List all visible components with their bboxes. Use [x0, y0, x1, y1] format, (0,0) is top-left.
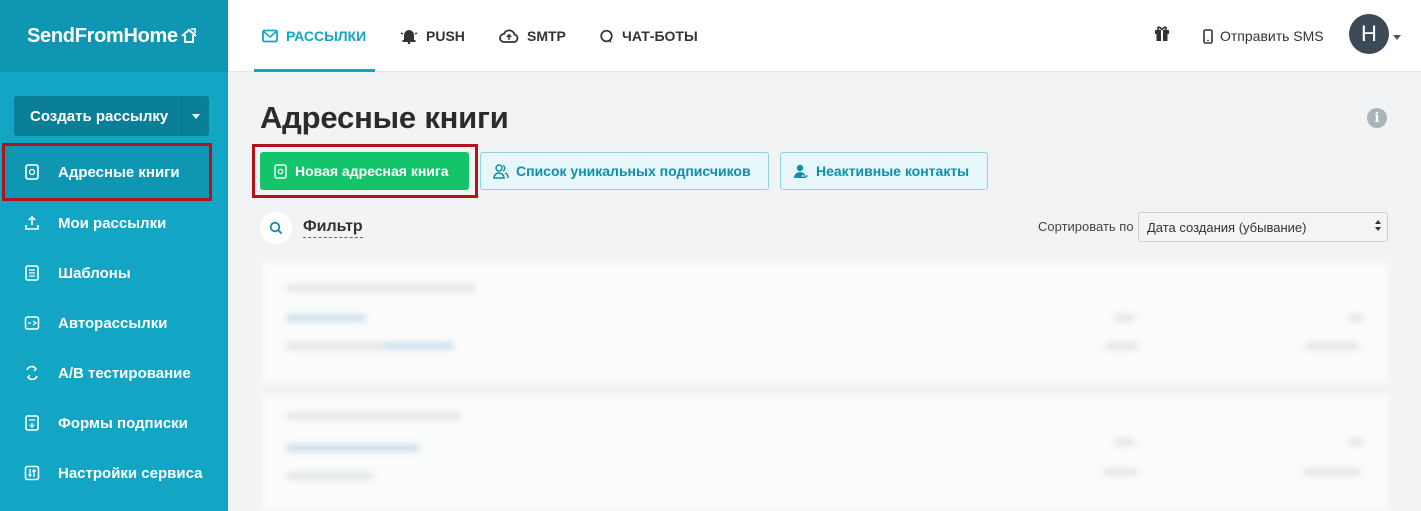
create-campaign-dropdown[interactable]: [181, 96, 209, 136]
sidebar-item-templates[interactable]: Шаблоны: [0, 248, 228, 298]
address-book-icon: [24, 164, 40, 180]
create-campaign-group: Создать рассылку: [14, 96, 209, 136]
avatar[interactable]: Н: [1349, 14, 1389, 54]
top-bar: РАССЫЛКИ PUSH SMTP ЧАТ-БОТЫ Отправить SM…: [228, 0, 1421, 72]
new-address-book-button[interactable]: Новая адресная книга: [260, 152, 469, 190]
address-book-icon: [274, 163, 287, 179]
select-arrows-icon: [1375, 220, 1381, 231]
active-tab-indicator: [254, 69, 375, 72]
tab-label: РАССЫЛКИ: [286, 28, 367, 44]
sidebar-item-settings[interactable]: Настройки сервиса: [0, 448, 228, 498]
sidebar-item-my-campaigns[interactable]: Мои рассылки: [0, 198, 228, 248]
tab-label: ЧАТ-БОТЫ: [622, 28, 698, 44]
tab-label: PUSH: [426, 28, 465, 44]
logo-house-icon: [181, 28, 197, 43]
sidebar-item-label: Авторассылки: [58, 314, 168, 332]
logo-text: SendFromHome: [27, 24, 178, 47]
mail-icon: [262, 29, 278, 43]
sidebar-nav: Адресные книги Мои рассылки Шаблоны Авто…: [0, 143, 228, 498]
ab-test-icon: [24, 365, 40, 381]
sidebar-item-subscription-forms[interactable]: Формы подписки: [0, 398, 228, 448]
inactive-contacts-button[interactable]: Неактивные контакты: [780, 152, 988, 190]
sidebar-item-automation[interactable]: Авторассылки: [0, 298, 228, 348]
tab-push[interactable]: PUSH: [400, 0, 465, 72]
filter-search-button[interactable]: [260, 212, 292, 244]
button-label: Новая адресная книга: [295, 163, 449, 179]
sidebar-item-label: Адресные книги: [58, 163, 180, 181]
tab-smtp[interactable]: SMTP: [499, 0, 566, 72]
phone-icon: [1203, 28, 1213, 44]
sidebar-item-label: Настройки сервиса: [58, 464, 203, 482]
sort-selected-value: Дата создания (убывание): [1147, 219, 1307, 235]
sidebar-item-ab-testing[interactable]: A/B тестирование: [0, 348, 228, 398]
sidebar-item-address-books[interactable]: Адресные книги: [2, 143, 212, 201]
tab-label: SMTP: [527, 28, 566, 44]
settings-icon: [24, 465, 40, 481]
chat-icon: [599, 29, 614, 44]
tab-chatbots[interactable]: ЧАТ-БОТЫ: [599, 0, 698, 72]
button-label: Список уникальных подписчиков: [516, 163, 751, 179]
gift-icon[interactable]: [1154, 24, 1170, 47]
send-sms-link[interactable]: Отправить SMS: [1203, 0, 1324, 72]
address-book-card: [262, 394, 1390, 511]
chevron-down-icon[interactable]: [1393, 35, 1401, 40]
bell-icon: [400, 28, 418, 44]
address-book-card: [262, 262, 1390, 384]
automation-icon: [24, 315, 40, 331]
user-minus-icon: [793, 163, 809, 179]
users-icon: [493, 163, 509, 179]
sort-label: Сортировать по: [1038, 219, 1134, 234]
sidebar-item-label: A/B тестирование: [58, 364, 191, 382]
search-icon: [269, 221, 283, 235]
page-title: Адресные книги: [260, 100, 509, 135]
template-icon: [24, 265, 40, 281]
sidebar-item-label: Формы подписки: [58, 414, 188, 432]
sidebar-item-label: Мои рассылки: [58, 214, 167, 232]
unique-subscribers-button[interactable]: Список уникальных подписчиков: [480, 152, 769, 190]
upload-icon: [24, 215, 40, 231]
sidebar: SendFromHome Создать рассылку Адресные к…: [0, 0, 228, 511]
caret-down-icon: [191, 113, 200, 119]
tab-campaigns[interactable]: РАССЫЛКИ: [262, 0, 366, 72]
sidebar-item-label: Шаблоны: [58, 264, 131, 282]
send-sms-label: Отправить SMS: [1220, 28, 1324, 44]
sort-select[interactable]: Дата создания (убывание): [1138, 212, 1388, 242]
cloud-icon: [499, 29, 519, 43]
info-icon[interactable]: i: [1367, 108, 1387, 128]
create-campaign-button[interactable]: Создать рассылку: [14, 96, 181, 136]
form-icon: [24, 415, 40, 431]
logo-bar: SendFromHome: [0, 0, 228, 72]
logo[interactable]: SendFromHome: [27, 25, 198, 48]
filter-toggle[interactable]: Фильтр: [303, 218, 363, 238]
button-label: Неактивные контакты: [816, 163, 970, 179]
